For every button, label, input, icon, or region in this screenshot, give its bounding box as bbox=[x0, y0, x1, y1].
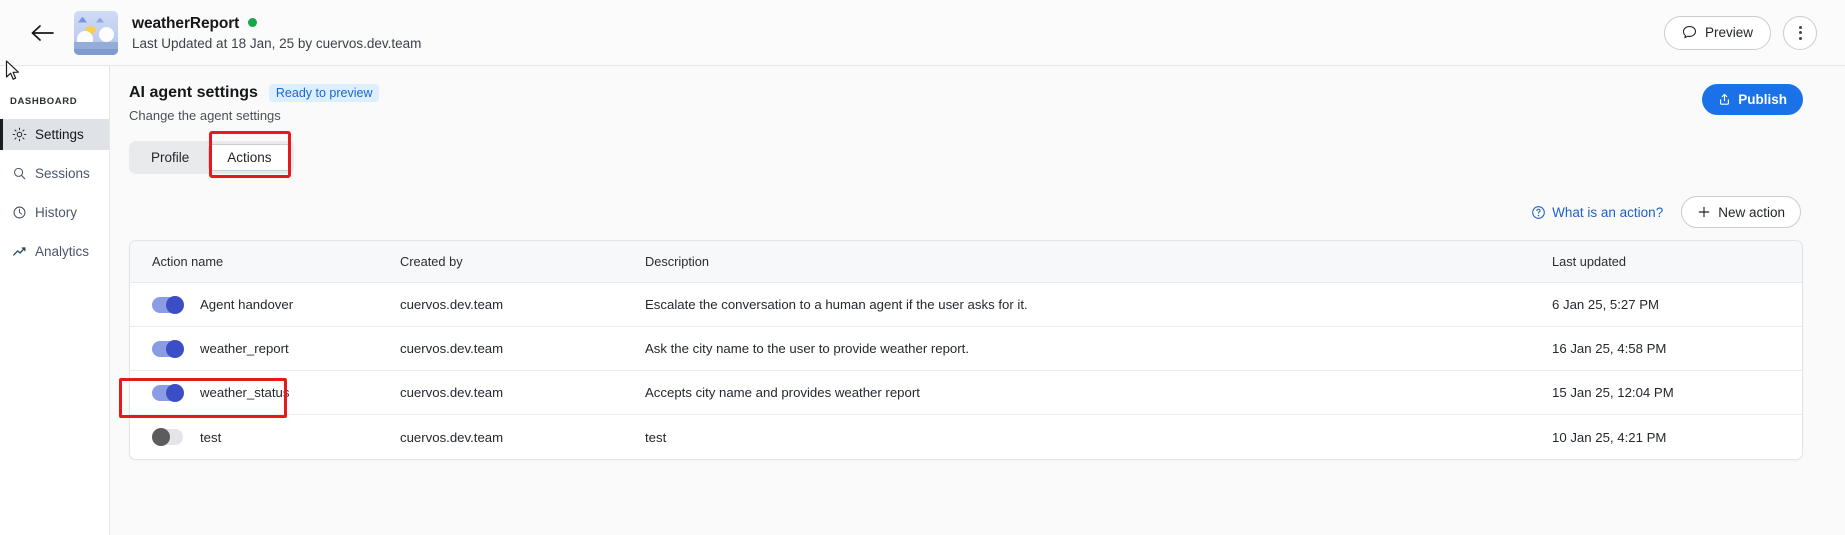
cell-created-by: cuervos.dev.team bbox=[400, 429, 504, 445]
tab-label: Profile bbox=[151, 150, 190, 165]
tabs-container: Profile Actions bbox=[129, 131, 1803, 178]
sidebar-item-history[interactable]: History bbox=[0, 197, 109, 228]
what-is-an-action-label: What is an action? bbox=[1552, 204, 1664, 220]
preview-button[interactable]: Preview bbox=[1663, 15, 1771, 50]
column-header-description: Description bbox=[645, 254, 710, 269]
sidebar-section-label: DASHBOARD bbox=[10, 96, 78, 107]
tab-actions[interactable]: Actions bbox=[208, 144, 291, 171]
column-header-action-name: Action name bbox=[152, 254, 224, 269]
chat-bubble-icon bbox=[1682, 25, 1696, 39]
action-name-label: weather_status bbox=[200, 385, 290, 400]
sidebar-item-sessions[interactable]: Sessions bbox=[0, 158, 109, 189]
more-options-button[interactable] bbox=[1783, 15, 1817, 50]
top-bar: weatherReport Last Updated at 18 Jan, 25… bbox=[0, 0, 1845, 66]
cell-created-by: cuervos.dev.team bbox=[400, 385, 504, 400]
trend-up-icon bbox=[12, 244, 27, 259]
more-vertical-icon bbox=[1798, 25, 1802, 29]
tab-profile[interactable]: Profile bbox=[132, 144, 208, 171]
cell-last-updated: 16 Jan 25, 4:58 PM bbox=[1552, 341, 1667, 356]
gear-icon bbox=[12, 127, 27, 142]
arrow-left-icon bbox=[31, 24, 54, 41]
plus-icon bbox=[1698, 206, 1710, 218]
online-status-dot bbox=[248, 17, 258, 27]
cell-created-by: cuervos.dev.team bbox=[400, 341, 504, 356]
app-root: weatherReport Last Updated at 18 Jan, 25… bbox=[0, 0, 1845, 535]
action-name-label: weather_report bbox=[200, 341, 289, 356]
cell-action-name: weather_status bbox=[130, 383, 400, 402]
table-row[interactable]: Agent handover cuervos.dev.team Escalate… bbox=[130, 283, 1802, 327]
cell-action-name: Agent handover bbox=[130, 295, 400, 314]
new-action-button[interactable]: New action bbox=[1681, 196, 1801, 228]
cell-created-by: cuervos.dev.team bbox=[400, 297, 504, 312]
sidebar-item-settings[interactable]: Settings bbox=[0, 119, 109, 150]
action-name-label: Agent handover bbox=[200, 297, 294, 312]
page-subtitle: Change the agent settings bbox=[129, 108, 281, 123]
what-is-an-action-link[interactable]: What is an action? bbox=[1531, 205, 1663, 220]
table-row[interactable]: weather_status cuervos.dev.team Accepts … bbox=[130, 371, 1802, 415]
top-bar-actions: Preview bbox=[1663, 15, 1823, 50]
clock-history-icon bbox=[12, 205, 27, 220]
page-header: AI agent settings Ready to preview Chang… bbox=[129, 84, 1803, 123]
cell-description: test bbox=[645, 429, 667, 445]
column-header-last-updated: Last updated bbox=[1552, 254, 1627, 269]
question-circle-icon bbox=[1532, 205, 1545, 219]
cell-last-updated: 10 Jan 25, 4:21 PM bbox=[1552, 429, 1667, 445]
page-title: AI agent settings bbox=[129, 84, 258, 101]
cell-last-updated: 6 Jan 25, 5:27 PM bbox=[1552, 297, 1660, 312]
sidebar-item-label: Sessions bbox=[35, 166, 90, 181]
main-content: AI agent settings Ready to preview Chang… bbox=[110, 66, 1845, 535]
cell-action-name: weather_report bbox=[130, 339, 400, 358]
new-action-button-label: New action bbox=[1718, 204, 1785, 220]
sidebar-item-label: History bbox=[35, 205, 78, 220]
sidebar-item-analytics[interactable]: Analytics bbox=[0, 236, 109, 267]
preview-button-label: Preview bbox=[1704, 25, 1753, 40]
back-button[interactable] bbox=[22, 13, 62, 53]
actions-table: Action name Created by Description Last … bbox=[119, 240, 1803, 460]
table-header-row: Action name Created by Description Last … bbox=[130, 241, 1802, 283]
action-name-label: test bbox=[200, 429, 222, 445]
table-row[interactable]: test cuervos.dev.team test 10 Jan 25, 4:… bbox=[130, 415, 1802, 459]
status-badge: Ready to preview bbox=[268, 84, 380, 102]
upload-share-icon bbox=[1720, 93, 1730, 105]
action-enabled-toggle[interactable] bbox=[152, 339, 184, 358]
tab-label: Actions bbox=[227, 150, 272, 165]
publish-button[interactable]: Publish bbox=[1702, 84, 1803, 115]
agent-name: weatherReport bbox=[132, 14, 240, 32]
agent-title-block: weatherReport Last Updated at 18 Jan, 25… bbox=[132, 15, 421, 51]
sidebar-nav: Settings Sessions History Analytics bbox=[0, 119, 109, 267]
table-toolbar: What is an action? New action bbox=[129, 196, 1803, 228]
settings-tabs: Profile Actions bbox=[129, 141, 294, 174]
agent-last-updated: Last Updated at 18 Jan, 25 by cuervos.de… bbox=[132, 35, 422, 51]
action-enabled-toggle[interactable] bbox=[152, 383, 184, 402]
cell-description: Ask the city name to the user to provide… bbox=[645, 341, 969, 356]
table-row[interactable]: weather_report cuervos.dev.team Ask the … bbox=[130, 327, 1802, 371]
action-enabled-toggle[interactable] bbox=[152, 295, 184, 314]
cell-description: Escalate the conversation to a human age… bbox=[645, 297, 1028, 312]
cell-action-name: test bbox=[130, 428, 400, 446]
action-enabled-toggle[interactable] bbox=[152, 428, 183, 446]
sidebar-item-label: Settings bbox=[35, 127, 84, 142]
sidebar: DASHBOARD Settings Sessions History Anal… bbox=[0, 66, 110, 535]
cell-description: Accepts city name and provides weather r… bbox=[645, 385, 920, 400]
cell-last-updated: 15 Jan 25, 12:04 PM bbox=[1552, 385, 1674, 400]
chat-search-icon bbox=[12, 166, 27, 181]
table-body: Agent handover cuervos.dev.team Escalate… bbox=[130, 283, 1802, 459]
agent-avatar bbox=[74, 10, 118, 55]
publish-button-label: Publish bbox=[1738, 92, 1787, 107]
sidebar-item-label: Analytics bbox=[35, 244, 90, 259]
column-header-created-by: Created by bbox=[400, 254, 463, 269]
